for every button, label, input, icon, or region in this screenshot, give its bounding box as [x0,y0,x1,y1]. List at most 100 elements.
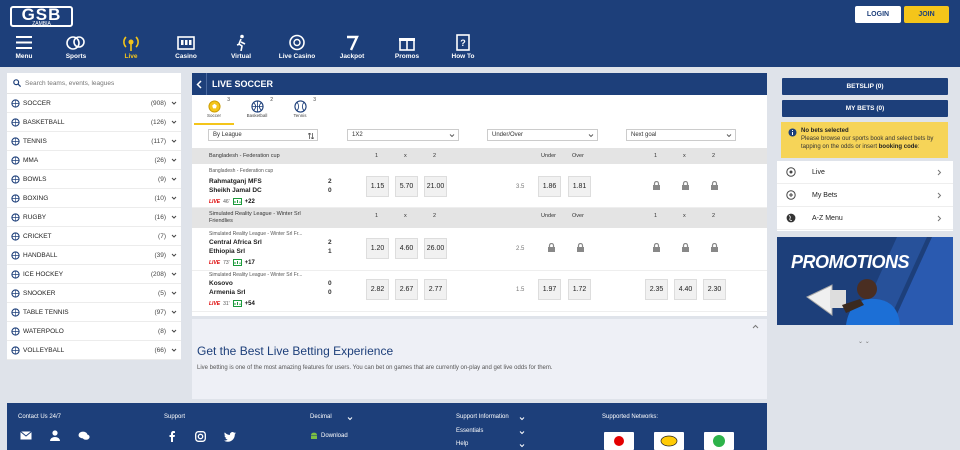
match-row[interactable]: Simulated Reality League - Winter Srl Fr… [192,228,767,271]
sidebar-item-handball[interactable]: HANDBALL (39) [7,246,181,265]
betslip-button[interactable]: BETSLIP (0) [782,78,948,95]
nav-live-casino[interactable]: Live Casino [275,34,319,60]
odds-1-button[interactable]: 1.20 [366,238,389,259]
twitter-icon[interactable] [224,432,236,442]
chevron-down-icon[interactable] [171,309,177,315]
odds-under-button[interactable]: 1.97 [538,279,561,300]
next-goal-1-button[interactable]: 2.35 [645,279,668,300]
match-row[interactable]: Simulated Reality League - Winter Srl Fr… [192,269,767,312]
odds-over-button[interactable]: 1.72 [568,279,591,300]
sidebar-item-boxing[interactable]: BOXING (10) [7,189,181,208]
back-button[interactable] [192,73,207,95]
odds-x-button[interactable]: 2.67 [395,279,418,300]
odds-over-button[interactable]: 1.81 [568,176,591,197]
essentials-menu[interactable]: Essentials [456,428,483,434]
gsb-logo[interactable]: GSB ZAMBIA [10,6,73,27]
next-goal-2-button[interactable]: 2.30 [703,279,726,300]
odds-2-button[interactable]: 21.00 [424,176,447,197]
sidebar-item-waterpolo[interactable]: WATERPOLO (8) [7,322,181,341]
email-icon[interactable] [20,431,32,440]
facebook-icon[interactable] [169,431,175,442]
sport-count: (5) [158,289,166,297]
join-button[interactable]: JOIN [904,6,949,23]
sidebar-item-volleyball[interactable]: VOLLEYBALL (66) [7,341,181,360]
chevron-down-icon[interactable] [171,138,177,144]
boxing-icon [11,193,20,203]
chevron-down-icon[interactable] [171,233,177,239]
download-link[interactable]: Download [321,433,348,439]
sidebar-item-bowls[interactable]: BOWLS (9) [7,170,181,189]
next-goal-x-button[interactable]: 4.40 [674,279,697,300]
support-info-menu[interactable]: Support Information [456,414,509,420]
more-markets-link[interactable]: +17 [245,260,255,266]
nav-jackpot[interactable]: Jackpot [330,34,374,60]
sidebar-item-basketball[interactable]: BASKETBALL (126) [7,113,181,132]
sidebar-item-snooker[interactable]: SNOOKER (5) [7,284,181,303]
select-value: By League [213,132,242,138]
tab-tennis[interactable]: 3 Tennis [280,97,320,125]
sidebar-item-soccer[interactable]: SOCCER (908) [7,94,181,113]
odds-format-select[interactable]: Decimal [310,414,332,420]
chevron-down-icon[interactable] [171,157,177,163]
odds-under-button[interactable]: 1.86 [538,176,561,197]
nav-live[interactable]: Live [109,34,153,60]
nav-promos[interactable]: Promos [385,34,429,60]
market-1x2-select[interactable]: 1X2 [347,129,459,141]
nav-label: Jackpot [339,53,365,60]
footer-contact-title: Contact Us 24/7 [18,414,62,420]
carousel-dots[interactable]: ⌄ ⌄ [858,338,870,345]
booking-code-link[interactable]: booking code [879,144,918,150]
login-button[interactable]: LOGIN [855,6,901,23]
market-next-goal-select[interactable]: Next goal [626,129,736,141]
chevron-down-icon[interactable] [171,195,177,201]
odds-x-button[interactable]: 5.70 [395,176,418,197]
instagram-icon[interactable] [195,431,206,442]
more-markets-link[interactable]: +22 [245,199,255,205]
sidebar-item-mma[interactable]: MMA (26) [7,151,181,170]
more-markets-link[interactable]: +54 [245,301,255,307]
chat-icon[interactable] [78,431,90,441]
quick-link-live[interactable]: Live [777,161,953,184]
odds-2-button[interactable]: 26.00 [424,238,447,259]
help-menu[interactable]: Help [456,441,468,447]
odds-1-button[interactable]: 2.82 [366,279,389,300]
chevron-down-icon[interactable] [171,214,177,220]
lock-icon [682,181,689,190]
sidebar-item-ice-hockey[interactable]: ICE HOCKEY (208) [7,265,181,284]
quick-link-az-menu[interactable]: A-Z Menu [777,207,953,230]
chevron-down-icon[interactable] [171,290,177,296]
chevron-up-icon[interactable] [752,324,759,329]
nav-sports[interactable]: Sports [54,34,98,60]
odds-1-button[interactable]: 1.15 [366,176,389,197]
sidebar-item-rugby[interactable]: RUGBY (16) [7,208,181,227]
nav-menu[interactable]: Menu [2,34,46,60]
no-bets-title: No bets selected [801,128,849,134]
league-filter-select[interactable]: By League [208,129,318,141]
chevron-down-icon[interactable] [171,119,177,125]
chevron-down-icon[interactable] [171,176,177,182]
tennis-ball-icon [293,100,307,113]
odds-x-button[interactable]: 4.60 [395,238,418,259]
chevron-down-icon[interactable] [171,100,177,106]
nav-casino[interactable]: Casino [164,34,208,60]
my-bets-button[interactable]: MY BETS (0) [782,100,948,117]
sidebar-item-table-tennis[interactable]: TABLE TENNIS (97) [7,303,181,322]
promotions-banner[interactable]: PROMOTIONS [777,237,953,325]
chevron-down-icon[interactable] [171,347,177,353]
quick-link-my-bets[interactable]: My Bets [777,184,953,207]
search-input[interactable] [25,79,175,87]
sidebar-item-tennis[interactable]: TENNIS (117) [7,132,181,151]
nav-virtual[interactable]: Virtual [219,34,263,60]
tab-soccer[interactable]: 3 Soccer [194,97,234,125]
odds-2-button[interactable]: 2.77 [424,279,447,300]
match-row[interactable]: Bangladesh - Federation cup Rahmatganj M… [192,165,767,208]
tab-basketball[interactable]: 2 Basketball [237,97,277,125]
market-under-over-select[interactable]: Under/Over [487,129,598,141]
nav-how-to[interactable]: ? How To [441,34,485,60]
chevron-down-icon[interactable] [171,328,177,334]
chevron-down-icon[interactable] [171,271,177,277]
call-icon[interactable] [49,430,61,441]
home-score: 0 [328,280,332,287]
sidebar-item-cricket[interactable]: CRICKET (7) [7,227,181,246]
chevron-down-icon[interactable] [171,252,177,258]
